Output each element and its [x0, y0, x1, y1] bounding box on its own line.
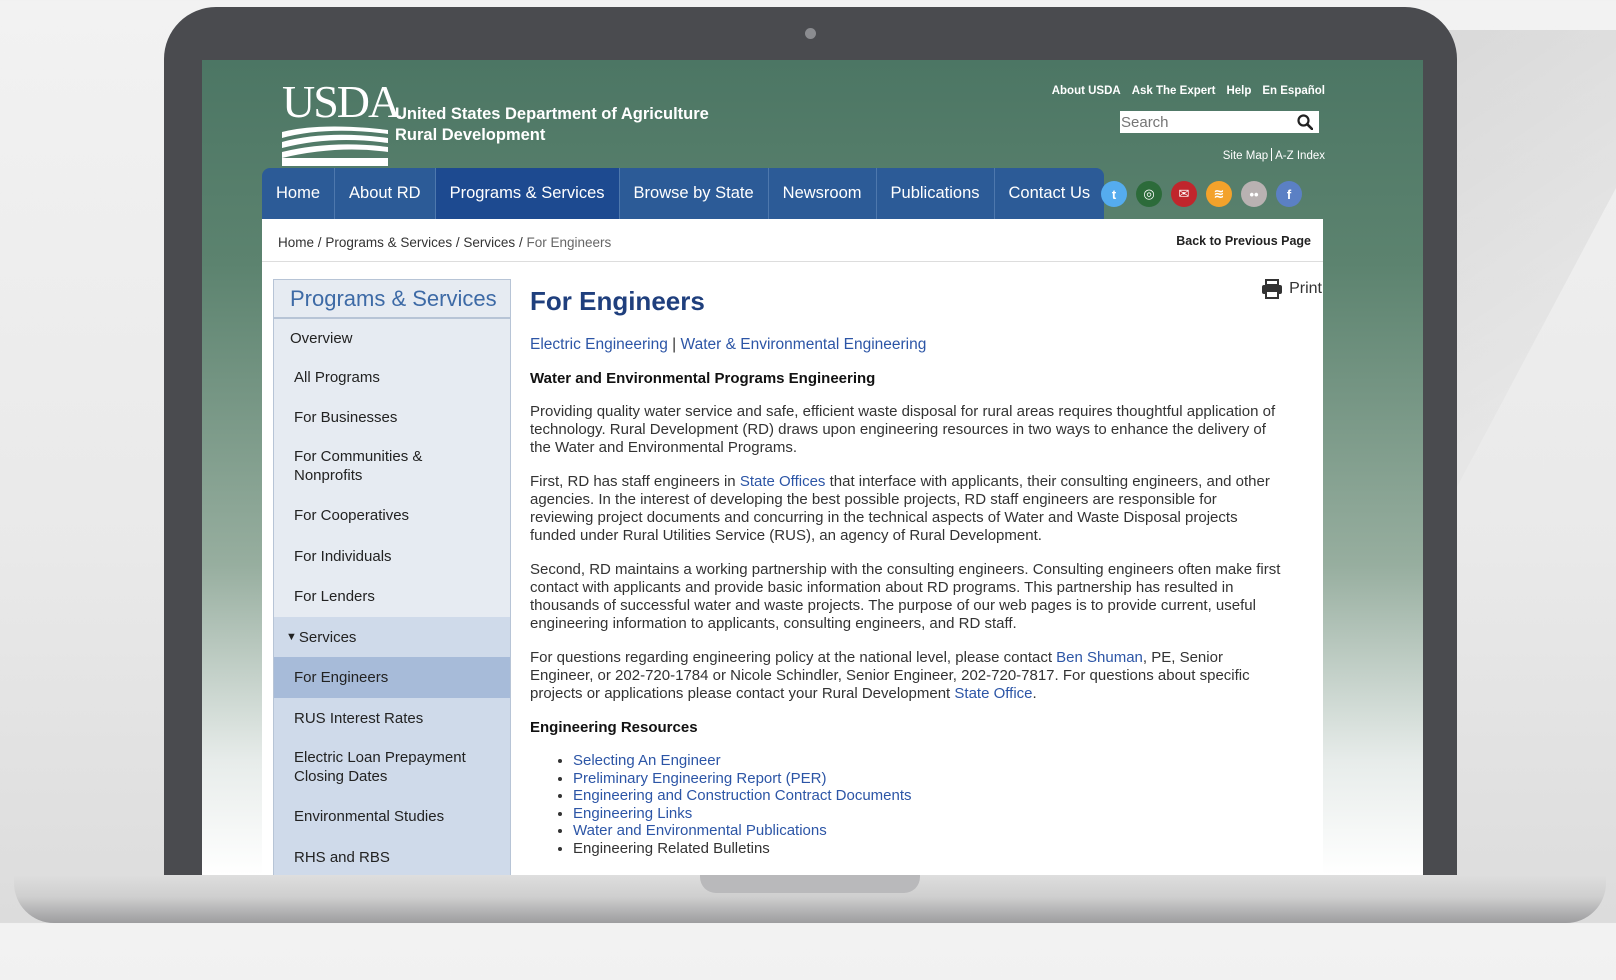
breadcrumb-sep: / [455, 235, 460, 250]
list-item: Engineering Links [573, 805, 1282, 823]
flickr-icon[interactable]: •• [1241, 181, 1267, 207]
breadcrumb-sep: / [518, 235, 523, 250]
breadcrumb-services[interactable]: Services [463, 235, 515, 250]
paragraph-3: Second, RD maintains a working partnersh… [530, 561, 1281, 632]
resource-link-contract-documents[interactable]: Engineering and Construction Contract Do… [573, 787, 912, 804]
print-label: Print [1289, 280, 1322, 297]
section-heading-resources: Engineering Resources [530, 719, 698, 736]
resources-list: Selecting An Engineer Preliminary Engine… [530, 752, 1282, 857]
rss-icon[interactable]: ≋ [1206, 181, 1232, 207]
sidebar-item-for-businesses[interactable]: For Businesses [274, 397, 510, 437]
paragraph-4: For questions regarding engineering poli… [530, 649, 1282, 703]
search-box [1120, 111, 1319, 133]
sidebar-item-all-programs[interactable]: All Programs [274, 357, 510, 397]
paragraph-4-text-c: . [1032, 685, 1037, 702]
nav-browse-by-state[interactable]: Browse by State [620, 168, 769, 219]
sidebar-item-environmental-studies[interactable]: Environmental Studies [274, 796, 510, 836]
resource-link-selecting-engineer[interactable]: Selecting An Engineer [573, 752, 721, 769]
sidebar-item-overview[interactable]: Overview [274, 319, 510, 357]
list-item: Engineering Related Bulletins [573, 840, 1282, 858]
list-item: Engineering and Construction Contract Do… [573, 787, 1282, 805]
sidebar-item-for-communities[interactable]: For Communities & Nonprofits [274, 437, 510, 495]
sidebar-title: Programs & Services [274, 280, 510, 319]
sidebar-item-for-individuals[interactable]: For Individuals [274, 536, 510, 576]
list-item: Water and Environmental Publications [573, 822, 1282, 840]
page-title: For Engineers [530, 286, 705, 316]
nav-publications[interactable]: Publications [877, 168, 995, 219]
sidebar-item-for-lenders[interactable]: For Lenders [274, 576, 510, 617]
breadcrumb: Home / Programs & Services / Services / … [278, 235, 611, 250]
sidebar-item-rhs-rbs[interactable]: RHS and RBS [274, 836, 510, 875]
breadcrumb-current: For Engineers [526, 235, 612, 250]
state-office-link[interactable]: State Office [954, 685, 1032, 702]
util-link-about-usda[interactable]: About USDA [1052, 85, 1121, 97]
resource-engineering-bulletins: Engineering Related Bulletins [573, 839, 770, 857]
sidebar-item-electric-loan-prepayment[interactable]: Electric Loan Prepayment Closing Dates [274, 738, 510, 796]
social-icons: t ◎ ✉ ≋ •• f [1101, 181, 1302, 207]
usda-field-icon [282, 126, 388, 166]
search-input[interactable] [1120, 112, 1289, 132]
topic-links: Electric Engineering | Water & Environme… [530, 336, 1282, 354]
sitemap-divider [1271, 148, 1273, 161]
govdelivery-icon[interactable]: ◎ [1136, 181, 1162, 207]
sidebar-section-services[interactable]: ▼ Services [274, 617, 510, 657]
printer-icon [1262, 279, 1283, 299]
section-heading-water: Water and Environmental Programs Enginee… [530, 370, 876, 387]
electric-engineering-link[interactable]: Electric Engineering [530, 336, 668, 353]
paragraph-2-text-a: First, RD has staff engineers in [530, 473, 740, 490]
sidebar-item-for-cooperatives[interactable]: For Cooperatives [274, 495, 510, 536]
browser-screen: USDA United States Department of Agricul… [202, 60, 1423, 875]
util-link-help[interactable]: Help [1226, 85, 1251, 97]
nav-about-rd[interactable]: About RD [335, 168, 436, 219]
twitter-icon[interactable]: t [1101, 181, 1127, 207]
laptop-camera [805, 28, 816, 39]
resource-link-engineering-links[interactable]: Engineering Links [573, 805, 692, 822]
az-index-link[interactable]: A-Z Index [1275, 150, 1325, 162]
sitemap-links: Site Map A-Z Index [1223, 148, 1325, 162]
topic-separator: | [672, 336, 677, 353]
water-engineering-link[interactable]: Water & Environmental Engineering [681, 336, 927, 353]
resource-link-publications[interactable]: Water and Environmental Publications [573, 822, 827, 839]
laptop-base-notch [700, 875, 920, 893]
breadcrumb-sep: / [317, 235, 322, 250]
email-icon[interactable]: ✉ [1171, 181, 1197, 207]
usda-logo[interactable]: USDA [282, 76, 401, 171]
nav-programs-services[interactable]: Programs & Services [435, 168, 620, 219]
caret-down-icon: ▼ [286, 630, 297, 643]
paragraph-2: First, RD has staff engineers in State O… [530, 473, 1282, 545]
paragraph-4-text-a: For questions regarding engineering poli… [530, 649, 1057, 666]
list-item: Preliminary Engineering Report (PER) [573, 770, 1282, 788]
print-button[interactable]: Print [1261, 279, 1322, 299]
nav-newsroom[interactable]: Newsroom [769, 168, 877, 219]
resource-link-per[interactable]: Preliminary Engineering Report (PER) [573, 770, 826, 787]
util-link-espanol[interactable]: En Español [1262, 85, 1325, 97]
divider [262, 261, 1323, 262]
agency-line-2: Rural Development [395, 126, 546, 144]
sidebar-item-rus-interest-rates[interactable]: RUS Interest Rates [274, 698, 510, 738]
nav-contact-us[interactable]: Contact Us [995, 168, 1105, 219]
util-link-ask-the-expert[interactable]: Ask The Expert [1132, 85, 1216, 97]
state-offices-link[interactable]: State Offices [740, 473, 826, 490]
sidebar-item-for-engineers[interactable]: For Engineers [274, 657, 510, 698]
search-icon[interactable] [1297, 114, 1313, 130]
nav-home[interactable]: Home [262, 168, 336, 219]
main-article: Print For Engineers Electric Engineering… [530, 279, 1322, 857]
facebook-icon[interactable]: f [1276, 181, 1302, 207]
content-area: Home / Programs & Services / Services / … [262, 219, 1323, 875]
main-nav: Home About RD Programs & Services Browse… [262, 168, 1105, 219]
paragraph-1: Providing quality water service and safe… [530, 403, 1276, 456]
usda-logo-text: USDA [282, 76, 401, 127]
sidebar-section-label: Services [298, 628, 357, 646]
list-item: Selecting An Engineer [573, 752, 1282, 770]
agency-name: United States Department of Agriculture … [395, 104, 709, 146]
ben-shuman-link[interactable]: Ben Shuman [1056, 649, 1143, 666]
back-to-previous-link[interactable]: Back to Previous Page [1176, 234, 1311, 248]
sidebar: Programs & Services Overview All Program… [273, 279, 511, 875]
breadcrumb-home[interactable]: Home [278, 235, 314, 250]
breadcrumb-programs-services[interactable]: Programs & Services [325, 235, 452, 250]
utility-links: About USDA Ask The Expert Help En Españo… [1052, 85, 1325, 97]
site-map-link[interactable]: Site Map [1223, 150, 1268, 162]
agency-line-1: United States Department of Agriculture [395, 105, 709, 123]
